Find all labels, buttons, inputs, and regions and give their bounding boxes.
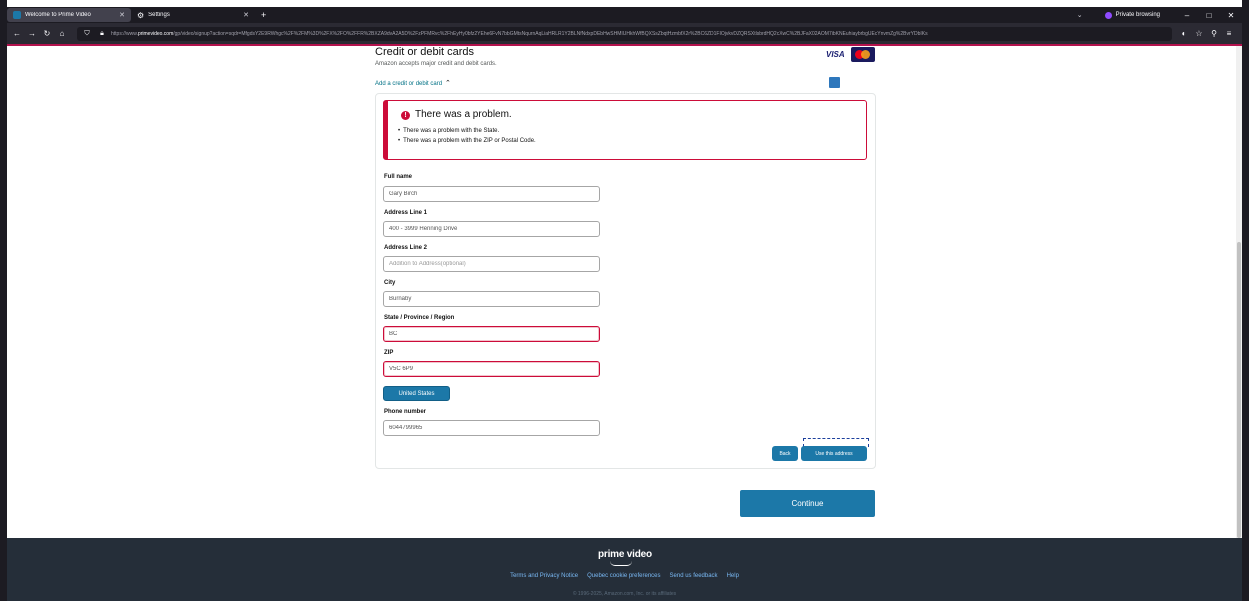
private-mask-icon	[1104, 11, 1112, 19]
bookmark-star-icon[interactable]: ☆	[1193, 29, 1205, 38]
extensions-puzzle-icon[interactable]: ⚲	[1208, 29, 1220, 38]
alert-title: There was a problem.	[415, 109, 512, 120]
country-select-button[interactable]: United States	[383, 386, 450, 401]
zip-label: ZIP	[384, 350, 394, 356]
browser-window: Welcome to Prime Video ✕ ⚙ Settings ✕ + …	[0, 0, 1249, 601]
copyright-text: © 1996-2025, Amazon.com, Inc. or its aff…	[572, 591, 677, 597]
tab-settings[interactable]: ⚙ Settings ✕	[131, 8, 255, 22]
error-alert: ! There was a problem. There was a probl…	[383, 100, 867, 160]
address-line-2-label: Address Line 2	[384, 245, 428, 251]
visa-logo: VISA	[826, 50, 845, 59]
phone-number-label: Phone number	[384, 409, 427, 415]
url-path: /gp/video/signup?action=sqdr=MfgdsY2E9RW…	[173, 30, 928, 37]
private-browsing-indicator: Private browsing	[1104, 11, 1160, 19]
chevron-up-icon: ⌃	[445, 80, 451, 87]
new-tab-button[interactable]: +	[261, 10, 266, 20]
city-input[interactable]	[383, 291, 600, 307]
footer-link-feedback[interactable]: Send us feedback	[670, 573, 718, 579]
alert-message-list: There was a problem with the State. Ther…	[398, 128, 536, 148]
prime-video-logo[interactable]: prime video	[598, 549, 652, 560]
shield-icon[interactable]: ⛉	[81, 30, 93, 38]
mastercard-logo	[851, 47, 875, 62]
close-tab-icon[interactable]: ✕	[119, 11, 125, 19]
state-input[interactable]	[383, 326, 600, 342]
full-name-input[interactable]	[383, 186, 600, 202]
reload-icon[interactable]: ↻	[41, 29, 53, 38]
error-icon: !	[401, 111, 410, 120]
list-all-tabs-chevron-icon[interactable]: ⌄	[1077, 11, 1083, 19]
payment-section-subtitle: Amazon accepts major credit and debit ca…	[375, 61, 497, 67]
address-line-1-label: Address Line 1	[384, 210, 428, 216]
prime-video-smile-icon	[610, 561, 632, 566]
alert-message: There was a problem with the State.	[398, 128, 536, 134]
phone-number-input[interactable]	[383, 420, 600, 436]
page-scrollbar[interactable]	[1236, 46, 1242, 538]
close-window-button[interactable]: ✕	[1220, 11, 1242, 20]
zip-input[interactable]	[383, 361, 600, 377]
continue-button[interactable]: Continue	[740, 490, 875, 517]
toolbar-right-icons: ◐ ☆ ⚲ ≡	[1178, 29, 1238, 38]
url-domain: primevideo.com	[137, 30, 174, 37]
add-card-link-text: Add a credit or debit card	[375, 81, 443, 87]
navigation-toolbar: ← → ↻ ⌂ ⛉ 🔒︎ https://www.primevideo.com/…	[7, 23, 1242, 44]
footer-link-terms[interactable]: Terms and Privacy Notice	[510, 573, 578, 579]
address-line-2-input[interactable]	[383, 256, 600, 272]
close-tab-icon[interactable]: ✕	[243, 11, 249, 19]
use-this-address-button[interactable]: Use this address	[801, 446, 867, 461]
address-bar[interactable]: ⛉ 🔒︎ https://www.primevideo.com/gp/video…	[77, 26, 1172, 41]
menu-hamburger-icon[interactable]: ≡	[1223, 29, 1235, 38]
footer-link-quebec-cookies[interactable]: Quebec cookie preferences	[587, 573, 660, 579]
full-name-label: Full name	[384, 174, 413, 180]
back-arrow-icon[interactable]: ←	[11, 29, 23, 38]
window-edge-left	[0, 0, 7, 601]
minimize-button[interactable]: –	[1176, 11, 1198, 20]
url-text[interactable]: https://www.primevideo.com/gp/video/sign…	[111, 31, 928, 37]
payment-section-title: Credit or debit cards	[375, 46, 475, 58]
add-card-link[interactable]: Add a credit or debit card ⌃	[375, 79, 451, 87]
lock-icon[interactable]: 🔒︎	[96, 30, 108, 38]
scrollbar-thumb[interactable]	[1237, 242, 1241, 538]
alert-message: There was a problem with the ZIP or Post…	[398, 138, 536, 144]
prime-video-favicon-icon	[13, 11, 21, 19]
amex-logo	[829, 77, 840, 88]
tab-strip: Welcome to Prime Video ✕ ⚙ Settings ✕ + …	[7, 7, 1242, 23]
city-label: City	[384, 280, 396, 286]
tab-title: Welcome to Prime Video	[25, 12, 91, 18]
page-footer: prime video Terms and Privacy Notice Que…	[7, 538, 1242, 601]
window-edge-right	[1242, 0, 1249, 601]
extension-icon[interactable]: ◐	[1178, 29, 1190, 38]
forward-arrow-icon[interactable]: →	[26, 29, 38, 38]
restore-button[interactable]: □	[1198, 11, 1220, 20]
address-line-1-input[interactable]	[383, 221, 600, 237]
footer-links: Terms and Privacy Notice Quebec cookie p…	[7, 573, 1242, 579]
back-button[interactable]: Back	[772, 446, 798, 461]
tab-prime-video[interactable]: Welcome to Prime Video ✕	[7, 8, 131, 22]
state-label: State / Province / Region	[384, 315, 455, 321]
gear-icon: ⚙	[137, 11, 145, 20]
private-window-accent-line	[7, 44, 1242, 46]
tab-title: Settings	[148, 12, 170, 18]
home-icon[interactable]: ⌂	[56, 29, 68, 38]
url-prefix: https://www.	[111, 30, 138, 37]
footer-link-help[interactable]: Help	[727, 573, 739, 579]
private-browsing-label: Private browsing	[1115, 12, 1160, 18]
